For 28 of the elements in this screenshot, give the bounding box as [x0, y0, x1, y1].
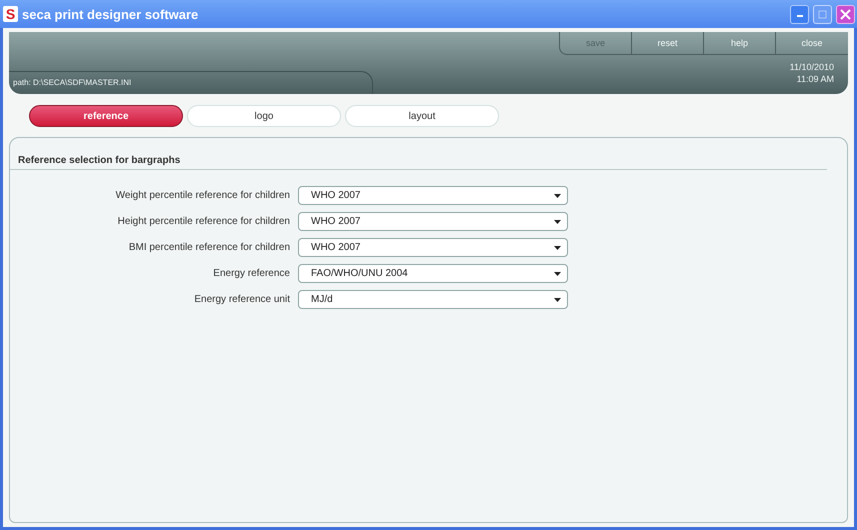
field-label: Weight percentile reference for children — [114, 190, 290, 201]
time-text: 11:09 AM — [796, 73, 835, 85]
close-button[interactable] — [836, 4, 855, 24]
dropdown[interactable]: WHO 2007 — [298, 212, 568, 231]
caret-icon — [554, 272, 561, 276]
caret-icon — [554, 298, 561, 302]
panel-title: Reference selection for bargraphs — [10, 138, 827, 170]
field-label: Height percentile reference for children — [116, 216, 290, 227]
caret-icon — [554, 220, 561, 224]
dropdown[interactable]: WHO 2007 — [298, 238, 568, 257]
tab[interactable]: reference — [29, 105, 183, 127]
field-label: Energy reference unit — [193, 294, 290, 305]
field-label: Energy reference — [212, 268, 290, 279]
tab[interactable]: layout — [345, 105, 499, 127]
dropdown[interactable]: FAO/WHO/UNU 2004 — [298, 264, 568, 283]
field-label: BMI percentile reference for children — [128, 242, 290, 253]
close-icon — [840, 8, 851, 20]
caret-icon — [554, 246, 561, 250]
minimize-button[interactable] — [790, 4, 809, 24]
dropdown[interactable]: WHO 2007 — [298, 186, 568, 205]
tab[interactable]: logo — [187, 105, 341, 127]
dropdown[interactable]: MJ/d — [298, 290, 568, 309]
window-title: seca print designer software — [22, 6, 200, 22]
app-logo: S — [3, 6, 18, 22]
maximize-icon — [818, 10, 827, 18]
date-text: 11/10/2010 — [790, 61, 835, 73]
file-path: path: D:\SECA\SDF\MASTER.INI — [9, 71, 373, 94]
caret-icon — [554, 194, 561, 198]
